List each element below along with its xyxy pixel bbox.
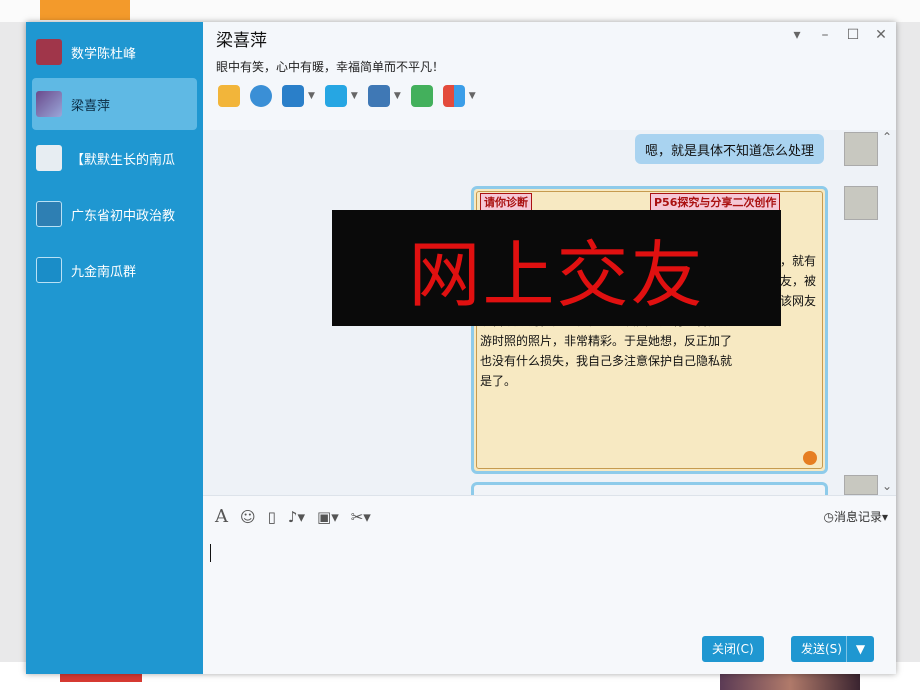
contact-signature: 眼中有笑，心中有暖，幸福简单而不平凡！	[216, 60, 445, 74]
chat-toolbar: ▼ ▼ ▼ ▼	[218, 84, 476, 108]
contact-name: 数学陈杜峰	[71, 46, 137, 62]
chat-title[interactable]: 梁喜萍	[216, 26, 267, 51]
scissors-icon[interactable]: ✂▾	[351, 508, 371, 526]
text-cursor	[210, 544, 211, 562]
avatar	[844, 132, 878, 166]
overlay-title: 网上交友	[332, 210, 781, 326]
message-input-area[interactable]: A ☺ ▯ ♪▾ ▣▾ ✂▾ ◷消息记录▾ 关闭(C) 发送(S) ▼	[203, 495, 896, 674]
message-icon	[410, 85, 433, 107]
menu-arrow-icon[interactable]: ▾	[790, 28, 804, 42]
minimize-icon[interactable]: –	[818, 28, 832, 42]
font-icon[interactable]: A	[215, 506, 228, 527]
scroll-down-icon[interactable]: ⌄	[882, 479, 892, 493]
camera-icon	[250, 85, 272, 107]
message-bubble: 嗯，就是具体不知道怎么处理	[634, 134, 824, 164]
message-history-button[interactable]: ◷消息记录▾	[823, 508, 888, 525]
contact-name: 【默默生长的南瓜	[71, 152, 176, 168]
group-avatar	[36, 257, 62, 283]
microphone-icon	[218, 85, 240, 107]
voice-call-button[interactable]	[218, 84, 240, 108]
remote-desktop-button[interactable]: ▼	[367, 84, 401, 108]
input-toolbar: A ☺ ▯ ♪▾ ▣▾ ✂▾	[215, 506, 371, 527]
send-options-dropdown[interactable]: ▼	[845, 636, 874, 662]
chevron-down-icon: ▼	[308, 91, 315, 101]
send-label: 发送(S)	[801, 642, 842, 656]
chevron-down-icon: ▾	[881, 510, 888, 524]
window-controls: ▾ – ☐ ✕	[790, 28, 888, 42]
contact-name: 梁喜萍	[71, 98, 111, 114]
file-transfer-button[interactable]: ▼	[324, 84, 358, 108]
contact-sidebar: 数学陈杜峰 梁喜萍 【默默生长的南瓜 广东省初中政治教 九金南瓜群	[26, 22, 203, 674]
voice-message-icon[interactable]: ♪▾	[288, 508, 305, 526]
card-line: 是了。	[480, 374, 517, 388]
avatar	[844, 475, 878, 495]
image-icon[interactable]: ▣▾	[317, 508, 339, 526]
chat-panel: 梁喜萍 眼中有笑，心中有暖，幸福简单而不平凡！ ▾ – ☐ ✕ ▼ ▼ ▼ ▼ …	[203, 22, 896, 674]
folder-icon	[324, 85, 347, 107]
close-button[interactable]: 关闭(C)	[702, 636, 764, 662]
card-tag: 请你诊断	[480, 193, 532, 211]
background-banner	[40, 0, 130, 20]
send-button[interactable]: 发送(S) ▼	[791, 636, 874, 662]
apps-grid-icon	[442, 85, 465, 107]
chevron-down-icon: ▼	[468, 91, 476, 101]
chevron-down-icon: ▼	[350, 91, 358, 101]
message-history-label: 消息记录	[833, 510, 882, 524]
close-icon[interactable]: ✕	[874, 28, 888, 42]
screen-share-button[interactable]: ▼	[282, 84, 315, 108]
contact-item[interactable]: 数学陈杜峰	[32, 26, 197, 78]
video-call-button[interactable]	[250, 84, 272, 108]
contact-item[interactable]: 【默默生长的南瓜	[32, 132, 197, 184]
avatar	[844, 186, 878, 220]
chat-header: 梁喜萍 眼中有笑，心中有暖，幸福简单而不平凡！ ▾ – ☐ ✕ ▼ ▼ ▼ ▼	[203, 22, 896, 130]
message-bubble	[471, 482, 828, 495]
message-list: ⌃ 嗯，就是具体不知道怎么处理 请你诊断 P56探究与分享二次创作 ，就有 好友…	[203, 130, 896, 495]
maximize-icon[interactable]: ☐	[846, 28, 860, 42]
emoji-icon[interactable]: ☺	[240, 508, 256, 526]
contact-item-active[interactable]: 梁喜萍	[32, 78, 197, 130]
chevron-down-icon: ▼	[393, 91, 401, 101]
message-button[interactable]	[410, 84, 433, 108]
apps-button[interactable]: ▼	[442, 84, 476, 108]
background-page-header	[0, 0, 920, 22]
contact-item[interactable]: 九金南瓜群	[32, 244, 197, 296]
group-avatar	[36, 201, 62, 227]
contact-item[interactable]: 广东省初中政治教	[32, 188, 197, 240]
avatar	[36, 91, 62, 117]
card-tag: P56探究与分享二次创作	[650, 193, 781, 211]
scroll-up-icon[interactable]: ⌃	[882, 130, 892, 144]
monitor-icon	[367, 85, 390, 107]
avatar	[36, 145, 62, 171]
card-line: 也没有什么损失，我自己多注意保护自己隐私就	[480, 354, 733, 368]
screen-icon	[282, 85, 304, 107]
avatar	[36, 39, 62, 65]
contact-name: 广东省初中政治教	[71, 208, 176, 224]
zoom-icon[interactable]	[803, 451, 817, 465]
contact-name: 九金南瓜群	[71, 264, 137, 280]
card-line: 游时照的照片，非常精彩。于是她想，反正加了	[480, 334, 733, 348]
chat-window: 数学陈杜峰 梁喜萍 【默默生长的南瓜 广东省初中政治教 九金南瓜群 梁喜萍 眼中…	[26, 22, 896, 674]
shake-icon[interactable]: ▯	[268, 508, 276, 526]
clock-icon: ◷	[823, 510, 834, 524]
